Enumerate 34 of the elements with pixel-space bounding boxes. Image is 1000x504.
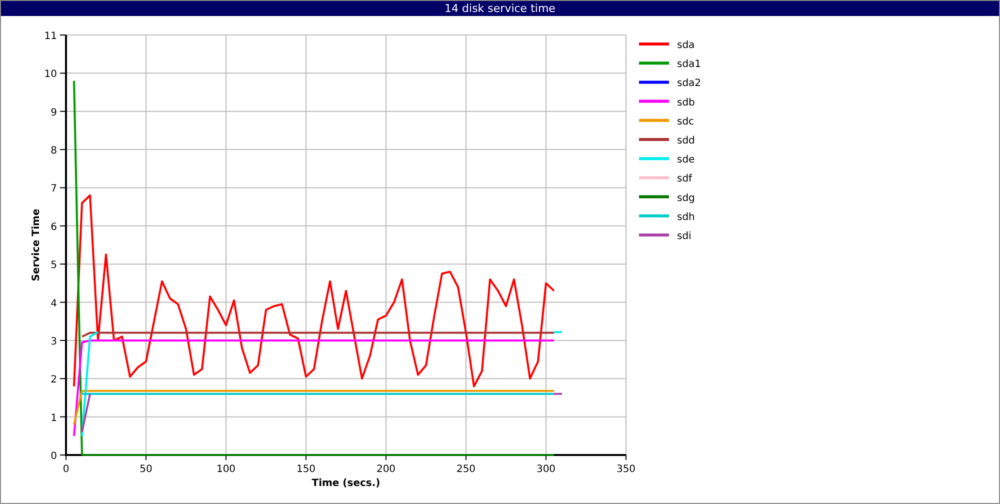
legend-label: sdf (677, 174, 692, 185)
y-tick-label: 1 (50, 412, 57, 424)
x-tick-label: 200 (376, 464, 396, 475)
x-tick-label: 300 (536, 464, 556, 475)
y-tick-label: 2 (50, 374, 57, 386)
y-tick-label: 5 (50, 260, 57, 272)
legend-label: sdb (677, 97, 695, 108)
chart-title: 14 disk service time (444, 2, 556, 15)
y-tick-label: 11 (44, 31, 57, 42)
x-tick-label: 0 (62, 464, 70, 475)
y-tick-label: 8 (50, 146, 57, 157)
legend-label: sda1 (677, 59, 702, 70)
legend-label: sdg (677, 192, 695, 204)
y-axis-label: Service Time (31, 208, 42, 282)
legend-label: sda (677, 40, 695, 51)
x-tick-label: 100 (216, 464, 236, 475)
legend-label: sdh (677, 212, 695, 223)
y-tick-label: 3 (50, 336, 57, 348)
legend-label: sdi (677, 231, 692, 242)
y-tick-label: 7 (50, 184, 57, 195)
y-tick-label: 9 (50, 107, 57, 118)
legend-label: sde (677, 154, 695, 166)
y-tick-label: 10 (44, 69, 57, 80)
y-tick-label: 0 (50, 451, 57, 462)
x-tick-label: 250 (456, 464, 476, 475)
legend-label: sdc (677, 116, 694, 128)
y-tick-label: 4 (50, 298, 57, 310)
x-tick-label: 350 (616, 464, 636, 475)
y-tick-label: 6 (50, 222, 57, 233)
legend-label: sda2 (677, 78, 702, 90)
x-tick-label: 50 (140, 464, 152, 475)
x-axis-label: Time (secs.) (312, 478, 380, 489)
x-tick-label: 150 (296, 464, 316, 475)
legend-label: sdd (677, 136, 695, 146)
